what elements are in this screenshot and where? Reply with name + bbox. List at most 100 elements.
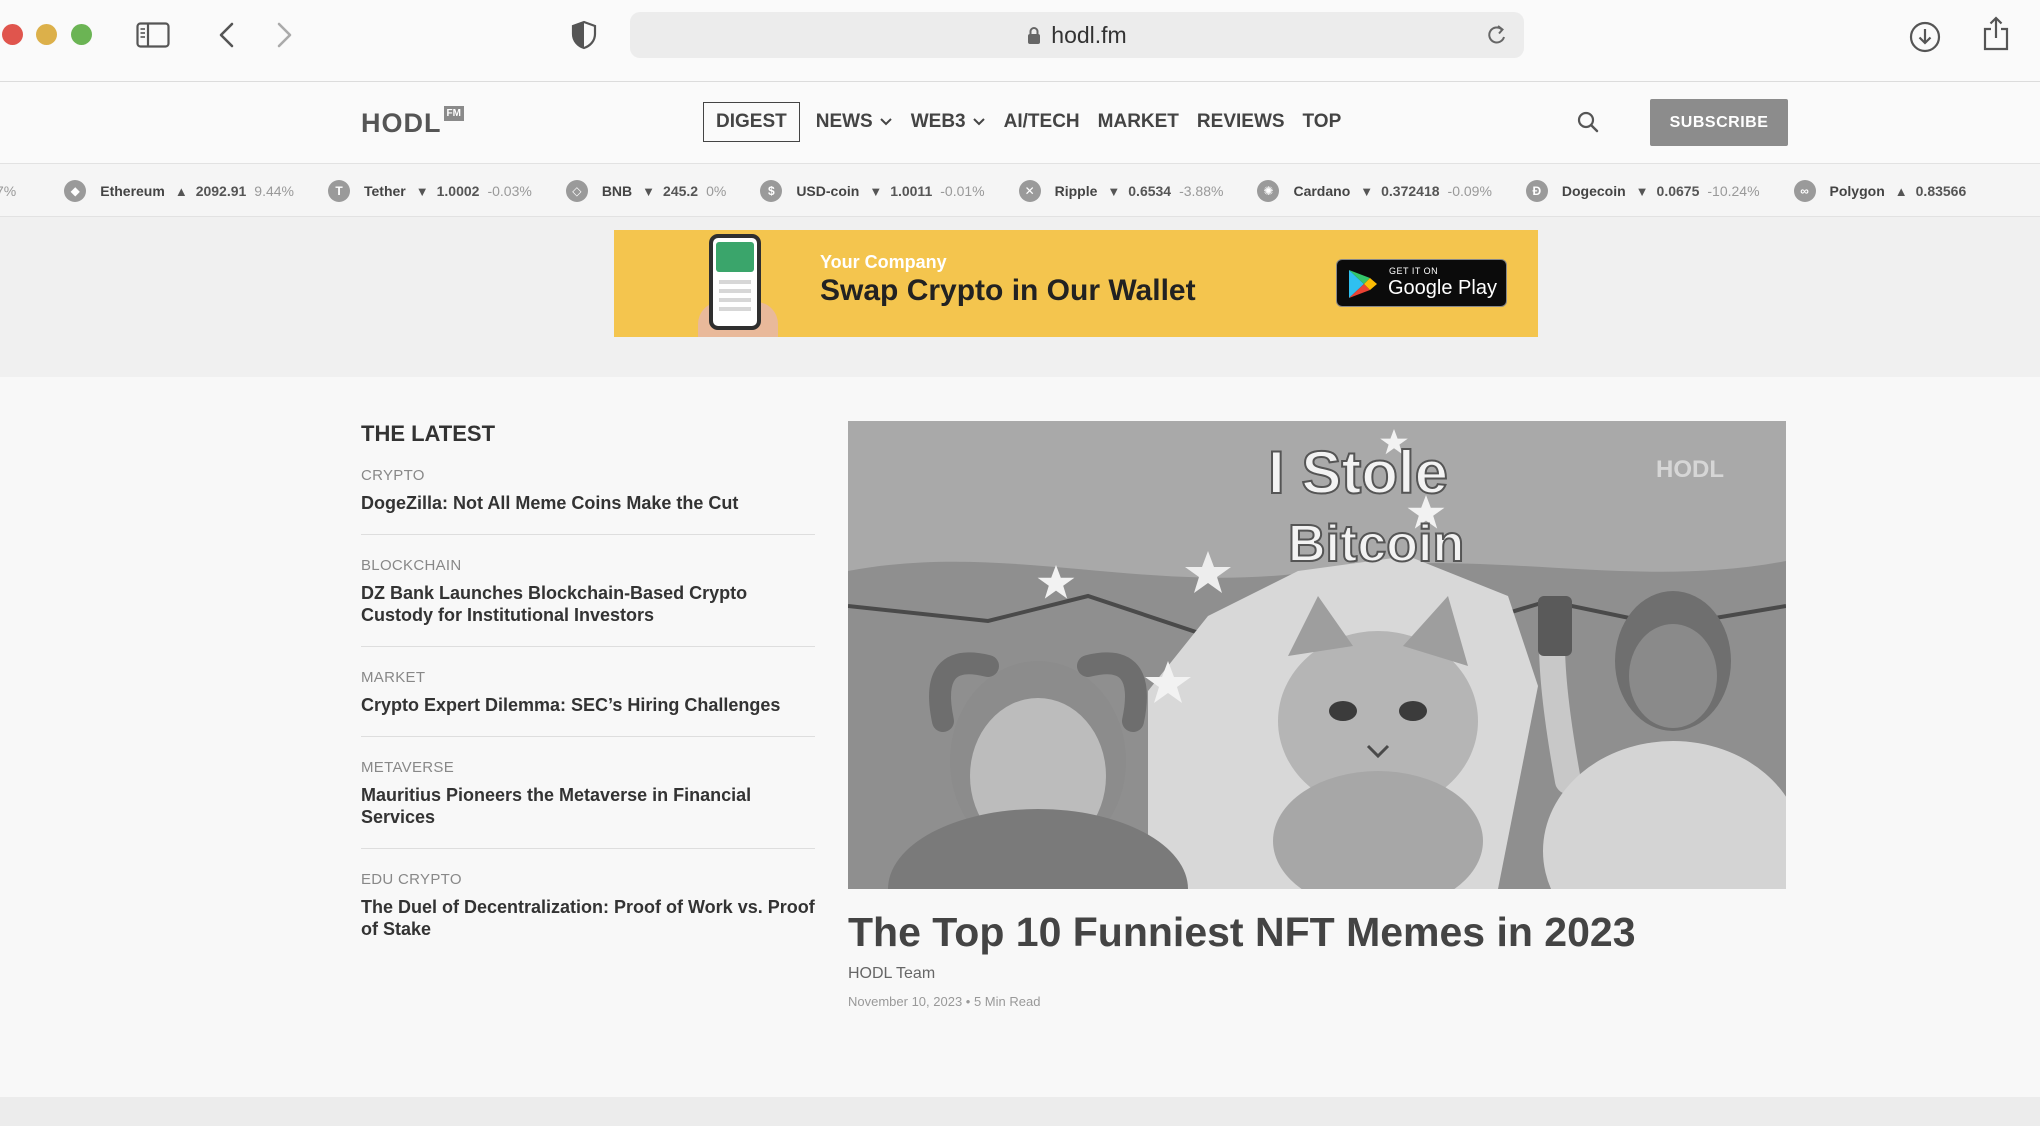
nav-ai-tech[interactable]: AI/TECH [1004,111,1080,133]
forward-icon[interactable] [275,22,293,48]
coin-change: -10.24% [1707,183,1760,199]
ticker-item[interactable]: Ð Dogecoin ▼ 0.0675 -10.24% [1525,180,1760,202]
logo-badge: FM [443,106,464,121]
featured-image[interactable]: I Stole Bitcoin HODL [848,421,1786,889]
latest-category[interactable]: METAVERSE [361,759,815,776]
ticker-item[interactable]: ◇ BNB ▼ 245.2 0% [565,180,727,202]
featured-author[interactable]: HODL Team [848,965,935,983]
coin-price: 1.0002 [436,183,480,199]
latest-item[interactable]: EDU CRYPTO The Duel of Decentralization:… [361,871,815,960]
featured-title[interactable]: The Top 10 Funniest NFT Memes in 2023 [848,909,1636,956]
reload-icon[interactable] [1486,23,1508,52]
coin-price: 1.0011 [890,183,933,199]
coin-price: 0.0675 [1656,183,1700,199]
ticker-track: 7% ◆ Ethereum ▲ 2092.91 9.44% T Tether ▼ 1.0002… [0,164,2008,216]
coin-name: Ripple [1054,183,1098,199]
latest-item[interactable]: BLOCKCHAIN DZ Bank Launches Blockchain-B… [361,557,815,647]
subscribe-button[interactable]: SUBSCRIBE [1650,99,1788,146]
latest-headline[interactable]: The Duel of Decentralization: Proof of W… [361,896,815,940]
coin-change: -3.88% [1179,183,1224,199]
ticker-item[interactable]: ✕ Ripple ▼ 0.6534 -3.88% [1018,180,1224,202]
chevron-down-icon [879,117,893,127]
chevron-down-icon [972,117,986,127]
nav-news[interactable]: NEWS [816,111,893,133]
sidebar-toggle-icon[interactable] [136,22,170,48]
latest-category[interactable]: BLOCKCHAIN [361,557,815,574]
address-bar[interactable]: hodl.fm [630,12,1524,58]
coin-name: Polygon [1829,183,1885,199]
image-caption-line2: Bitcoin [1288,515,1464,573]
latest-headline[interactable]: Crypto Expert Dilemma: SEC’s Hiring Chal… [361,694,815,716]
polygon-icon: ∞ [1793,180,1816,202]
coin-change: 0% [706,183,727,199]
page-bottom-edge [0,1097,2040,1126]
latest-headline[interactable]: DogeZilla: Not All Meme Coins Make the C… [361,492,815,514]
coin-change: -0.01% [940,183,985,199]
trend-arrow: ▲ [174,183,188,199]
bnb-icon: ◇ [565,180,588,202]
minimize-window-button[interactable] [36,24,57,45]
main-content: THE LATEST CRYPTO DogeZilla: Not All Mem… [0,377,2040,1097]
hodl-logo[interactable]: HODL FM [361,106,464,139]
ticker-item[interactable]: T Tether ▼ 1.0002 -0.03% [328,180,532,202]
nav-label: NEWS [815,111,873,132]
nav-reviews[interactable]: REVIEWS [1197,111,1285,133]
coin-price: 0.372418 [1381,183,1440,199]
nav-label: TOP [1302,111,1342,132]
latest-category[interactable]: CRYPTO [361,467,815,484]
trend-arrow: ▼ [869,183,883,199]
ticker-item[interactable]: ∞ Polygon ▲ 0.83566 [1793,180,1975,202]
coin-name: USD-coin [796,183,860,199]
coin-name: Cardano [1293,183,1351,199]
ticker-item[interactable]: ◆ Ethereum ▲ 2092.91 9.44% [64,180,294,202]
coin-name: Dogecoin [1561,183,1626,199]
nav-top[interactable]: TOP [1303,111,1342,133]
ticker-leading-fragment: 7% [0,183,17,199]
latest-item[interactable]: METAVERSE Mauritius Pioneers the Metaver… [361,759,815,849]
nav-label: DIGEST [716,111,787,132]
search-icon[interactable] [1576,110,1600,139]
ad-title: Swap Crypto in Our Wallet [820,274,1196,307]
nav-web3[interactable]: WEB3 [911,111,986,133]
latest-headline[interactable]: DZ Bank Launches Blockchain-Based Crypto… [361,582,815,626]
trend-arrow: ▼ [1107,183,1121,199]
zoom-window-button[interactable] [71,24,92,45]
google-play-badge[interactable]: GET IT ON Google Play [1336,259,1507,307]
share-icon[interactable] [1982,16,2010,52]
latest-list: CRYPTO DogeZilla: Not All Meme Coins Mak… [361,467,815,982]
latest-category[interactable]: MARKET [361,669,815,686]
privacy-shield-icon[interactable] [571,20,597,50]
latest-category[interactable]: EDU CRYPTO [361,871,815,888]
ad-section: Your Company Swap Crypto in Our Wallet G… [0,217,2040,491]
price-ticker: 7% ◆ Ethereum ▲ 2092.91 9.44% T Tether ▼ 1.0002… [0,163,2040,217]
featured-meta: November 10, 2023 • 5 Min Read [848,994,1041,1009]
trend-arrow: ▲ [1894,183,1908,199]
phone-illustration [709,234,761,330]
coin-name: BNB [601,183,633,199]
ticker-item[interactable]: ✺ Cardano ▼ 0.372418 -0.09% [1257,180,1492,202]
nav-label: REVIEWS [1196,111,1285,132]
coin-price: 245.2 [663,183,699,199]
nav-label: MARKET [1097,111,1179,132]
coin-name: Tether [364,183,406,199]
ticker-item[interactable]: $ USD-coin ▼ 1.0011 -0.01% [760,180,985,202]
downloads-icon[interactable] [1909,21,1941,53]
back-icon[interactable] [218,22,236,48]
nav-digest[interactable]: DIGEST [703,102,800,142]
url-text: hodl.fm [1051,21,1127,48]
trend-arrow: ▼ [1635,183,1649,199]
ethereum-icon: ◆ [64,180,87,202]
dogecoin-icon: Ð [1525,180,1548,202]
ad-company: Your Company [820,252,947,272]
main-nav: DIGEST NEWS WEB3 AI/TECH MARKET REVIEWS … [703,101,1359,143]
ad-banner[interactable]: Your Company Swap Crypto in Our Wallet G… [614,230,1538,337]
image-watermark: HODL [1656,456,1724,483]
latest-item[interactable]: MARKET Crypto Expert Dilemma: SEC’s Hiri… [361,669,815,737]
coin-change: 9.44% [254,183,294,199]
latest-headline[interactable]: Mauritius Pioneers the Metaverse in Fina… [361,784,815,828]
latest-item[interactable]: CRYPTO DogeZilla: Not All Meme Coins Mak… [361,467,815,535]
nav-label: WEB3 [910,111,966,132]
nav-market[interactable]: MARKET [1098,111,1179,133]
coin-price: 0.83566 [1915,183,1967,199]
close-window-button[interactable] [2,24,23,45]
